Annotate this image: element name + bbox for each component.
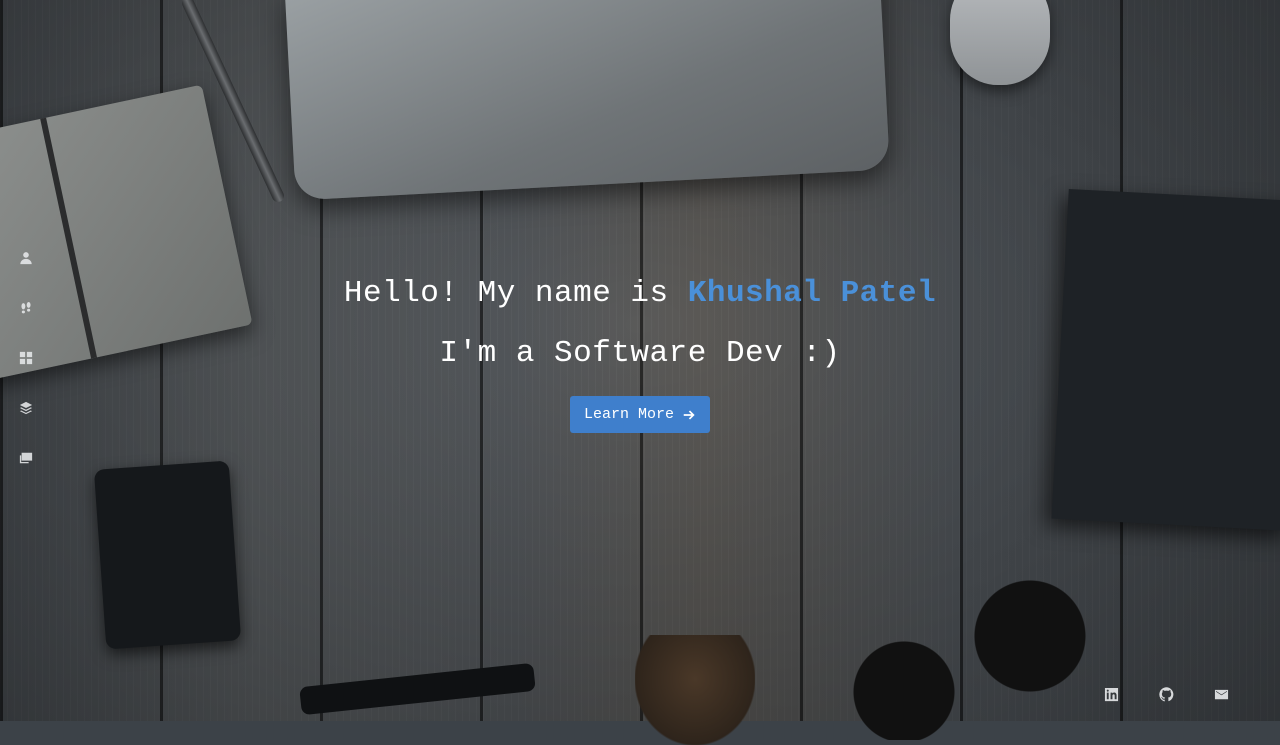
pinecone-image [635, 635, 755, 745]
greeting-text: Hello! My name is [343, 276, 688, 311]
learn-more-label: Learn More [583, 406, 674, 423]
hero-greeting: Hello! My name is Khushal Patel [0, 270, 1280, 318]
binoculars-image [820, 580, 1100, 740]
hero-tagline: I'm a Software Dev :) [439, 336, 841, 371]
hero-name: Khushal Patel [687, 276, 937, 311]
github-icon [1158, 686, 1173, 701]
linkedin-icon [1104, 687, 1118, 701]
arrow-right-icon [683, 409, 695, 420]
person-icon [20, 252, 32, 265]
linkedin-link[interactable] [1103, 686, 1119, 702]
chat-icon [19, 452, 33, 464]
social-links [1103, 686, 1229, 702]
laptop-image [285, 0, 890, 201]
nav-about[interactable] [14, 248, 38, 268]
email-link[interactable] [1213, 686, 1229, 702]
hero-section: Hello! My name is Khushal Patel I'm a So… [0, 270, 1280, 433]
nav-contact[interactable] [14, 448, 38, 468]
phone-image [93, 460, 242, 650]
github-link[interactable] [1158, 686, 1174, 702]
mail-icon [1214, 689, 1228, 699]
learn-more-button[interactable]: Learn More [569, 396, 710, 433]
